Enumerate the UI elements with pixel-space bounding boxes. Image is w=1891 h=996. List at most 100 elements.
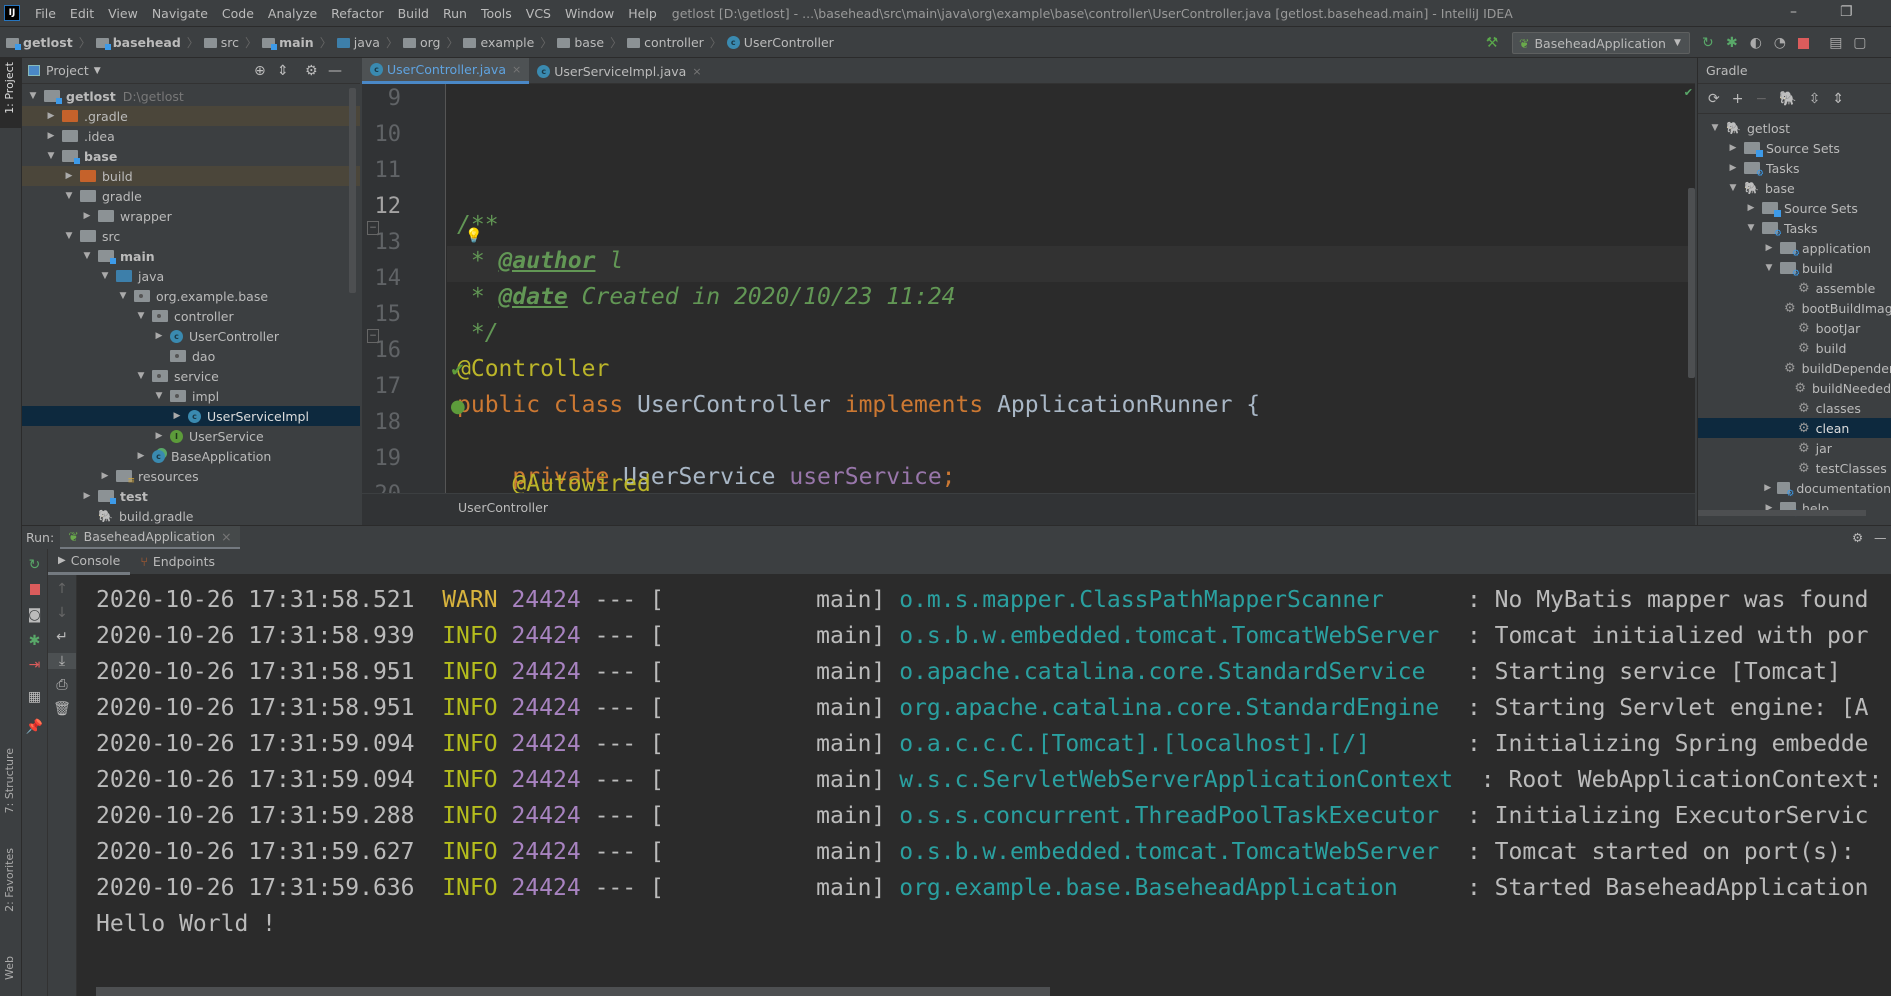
tree-item[interactable]: ▼ impl	[22, 386, 360, 406]
chevron-down-icon[interactable]: ▼	[94, 66, 101, 76]
scroll-to-end-icon[interactable]: ⤓	[48, 653, 76, 669]
collapsed-arrow-icon[interactable]: ▶	[170, 411, 184, 421]
coverage-icon[interactable]: ◐	[1746, 33, 1766, 53]
collapsed-arrow-icon[interactable]: ▶	[134, 451, 148, 461]
lightbulb-icon[interactable]: 💡	[465, 228, 482, 244]
breadcrumb-base[interactable]: base	[557, 35, 604, 50]
tree-item[interactable]: ▼ 🐘 base	[1698, 178, 1891, 198]
tree-item[interactable]: ▶ Source Sets	[1698, 198, 1891, 218]
tree-item[interactable]: ⚙ bootJar	[1698, 318, 1891, 338]
hide-panel-icon[interactable]: —	[1874, 530, 1887, 545]
tree-item[interactable]: ▼ getlost D:\getlost	[22, 86, 360, 106]
spring-bean-class-icon[interactable]: ●	[450, 396, 466, 417]
expanded-arrow-icon[interactable]: ▼	[1744, 223, 1758, 233]
expanded-arrow-icon[interactable]: ▼	[134, 311, 148, 321]
tree-item[interactable]: ▶ .idea	[22, 126, 360, 146]
gear-icon[interactable]: ⚙	[1852, 530, 1863, 545]
gradle-hscrollbar[interactable]	[1698, 510, 1866, 516]
project-view-dropdown[interactable]: Project	[46, 63, 89, 78]
fold-icon[interactable]: −	[367, 329, 379, 343]
tree-item[interactable]: ▼ main	[22, 246, 360, 266]
tab-usercontroller[interactable]: c UserController.java ×	[362, 58, 530, 84]
collapsed-arrow-icon[interactable]: ▶	[1744, 203, 1758, 213]
endpoints-tab[interactable]: ⑂ Endpoints	[130, 549, 225, 575]
collapsed-arrow-icon[interactable]: ▶	[1726, 143, 1740, 153]
favorites-tool-button[interactable]: 2: Favorites	[3, 848, 16, 912]
breadcrumb-usercontroller[interactable]: c UserController	[726, 35, 834, 50]
tree-item[interactable]: ▼ build	[1698, 258, 1891, 280]
collapsed-arrow-icon[interactable]: ▶	[1762, 243, 1776, 253]
close-icon[interactable]: ×	[692, 65, 701, 78]
tree-item[interactable]: ▼ service	[22, 366, 360, 386]
tree-item[interactable]: ▼ 🐘 getlost	[1698, 118, 1891, 138]
tree-item[interactable]: dao	[22, 346, 360, 366]
expanded-arrow-icon[interactable]: ▼	[1726, 183, 1740, 193]
tree-item[interactable]: ▶ build	[22, 166, 360, 186]
project-scrollbar[interactable]	[349, 88, 356, 293]
expanded-arrow-icon[interactable]: ▼	[62, 191, 76, 201]
expanded-arrow-icon[interactable]: ▼	[1762, 263, 1776, 273]
menu-run[interactable]: Run	[436, 6, 474, 21]
debug-icon[interactable]: ✱	[1722, 33, 1742, 53]
tree-item[interactable]: ▶ I UserService	[22, 426, 360, 446]
tree-item[interactable]: ▼ org.example.base	[22, 286, 360, 306]
stop-icon[interactable]	[22, 583, 47, 599]
breadcrumb-main[interactable]: main	[262, 35, 314, 50]
tree-item[interactable]: ▼ gradle	[22, 186, 360, 206]
close-icon[interactable]: ×	[512, 63, 521, 76]
breadcrumb-controller[interactable]: controller	[627, 35, 704, 50]
expanded-arrow-icon[interactable]: ▼	[134, 371, 148, 381]
tree-item[interactable]: ⚙ classes	[1698, 398, 1891, 418]
collapsed-arrow-icon[interactable]: ▶	[152, 431, 166, 441]
tree-item[interactable]: ⚙ assemble	[1698, 278, 1891, 298]
tree-item[interactable]: ▶ resources	[22, 466, 360, 487]
collapsed-arrow-icon[interactable]: ▶	[1762, 483, 1773, 493]
spring-bean-icon[interactable]: ✔	[450, 360, 465, 381]
menu-tools[interactable]: Tools	[474, 6, 519, 21]
menu-file[interactable]: File	[28, 6, 63, 21]
refresh-icon[interactable]: ⟳	[1708, 91, 1720, 107]
execute-task-icon[interactable]: 🐘	[1779, 91, 1796, 107]
menu-navigate[interactable]: Navigate	[145, 6, 215, 21]
tree-item[interactable]: ▶ .gradle	[22, 106, 360, 126]
console-tab[interactable]: ▶ Console	[48, 549, 131, 575]
expanded-arrow-icon[interactable]: ▼	[152, 391, 166, 401]
expanded-arrow-icon[interactable]: ▼	[26, 91, 40, 101]
rerun-icon[interactable]: ↻	[22, 557, 47, 573]
rerun-icon[interactable]: ↻	[1698, 33, 1718, 53]
tree-item[interactable]: ▼ java	[22, 266, 360, 286]
run-tab[interactable]: ❦ BaseheadApplication ×	[60, 525, 240, 550]
expand-all-icon[interactable]: ⇳	[1809, 91, 1821, 107]
minimize-button[interactable]: –	[1790, 4, 1797, 20]
tree-item[interactable]: ▶ application	[1698, 238, 1891, 260]
console-hscrollbar[interactable]	[96, 987, 1050, 996]
debug-icon[interactable]: ✱	[22, 633, 47, 649]
build-hammer-icon[interactable]: ⚒	[1482, 33, 1502, 53]
tree-item[interactable]: ▼ controller	[22, 306, 360, 326]
collapsed-arrow-icon[interactable]: ▶	[1726, 163, 1740, 173]
web-tool-button[interactable]: Web	[3, 956, 16, 980]
menu-analyze[interactable]: Analyze	[261, 6, 324, 21]
tree-item[interactable]: ▶ test	[22, 486, 360, 506]
toggle-presentation-icon[interactable]: ▢	[1850, 33, 1870, 53]
close-icon[interactable]: ×	[221, 529, 231, 544]
expanded-arrow-icon[interactable]: ▼	[1708, 123, 1722, 133]
menu-refactor[interactable]: Refactor	[324, 6, 390, 21]
menu-edit[interactable]: Edit	[63, 6, 101, 21]
menu-build[interactable]: Build	[391, 6, 436, 21]
tree-item[interactable]: 🐘 build.gradle	[22, 506, 360, 526]
breadcrumb-org[interactable]: org	[402, 35, 440, 50]
tree-item[interactable]: ⚙ testClasses	[1698, 458, 1891, 478]
trash-icon[interactable]: 🗑	[48, 701, 76, 717]
collapsed-arrow-icon[interactable]: ▶	[80, 491, 94, 501]
breadcrumb-class[interactable]: UserController	[458, 500, 548, 515]
collapsed-arrow-icon[interactable]: ▶	[44, 111, 58, 121]
menu-vcs[interactable]: VCS	[519, 6, 558, 21]
menu-window[interactable]: Window	[558, 6, 621, 21]
exit-icon[interactable]: ⇥	[22, 657, 47, 673]
run-configuration-dropdown[interactable]: ❦ BaseheadApplication ▼	[1512, 32, 1690, 54]
tree-item[interactable]: ▶ c UserServiceImpl	[22, 406, 360, 426]
breadcrumb-src[interactable]: src	[203, 35, 239, 50]
console-output[interactable]: 2020-10-26 17:31:58.521 WARN 24424 --- […	[77, 575, 1891, 996]
up-arrow-icon[interactable]: ↑	[48, 581, 76, 597]
